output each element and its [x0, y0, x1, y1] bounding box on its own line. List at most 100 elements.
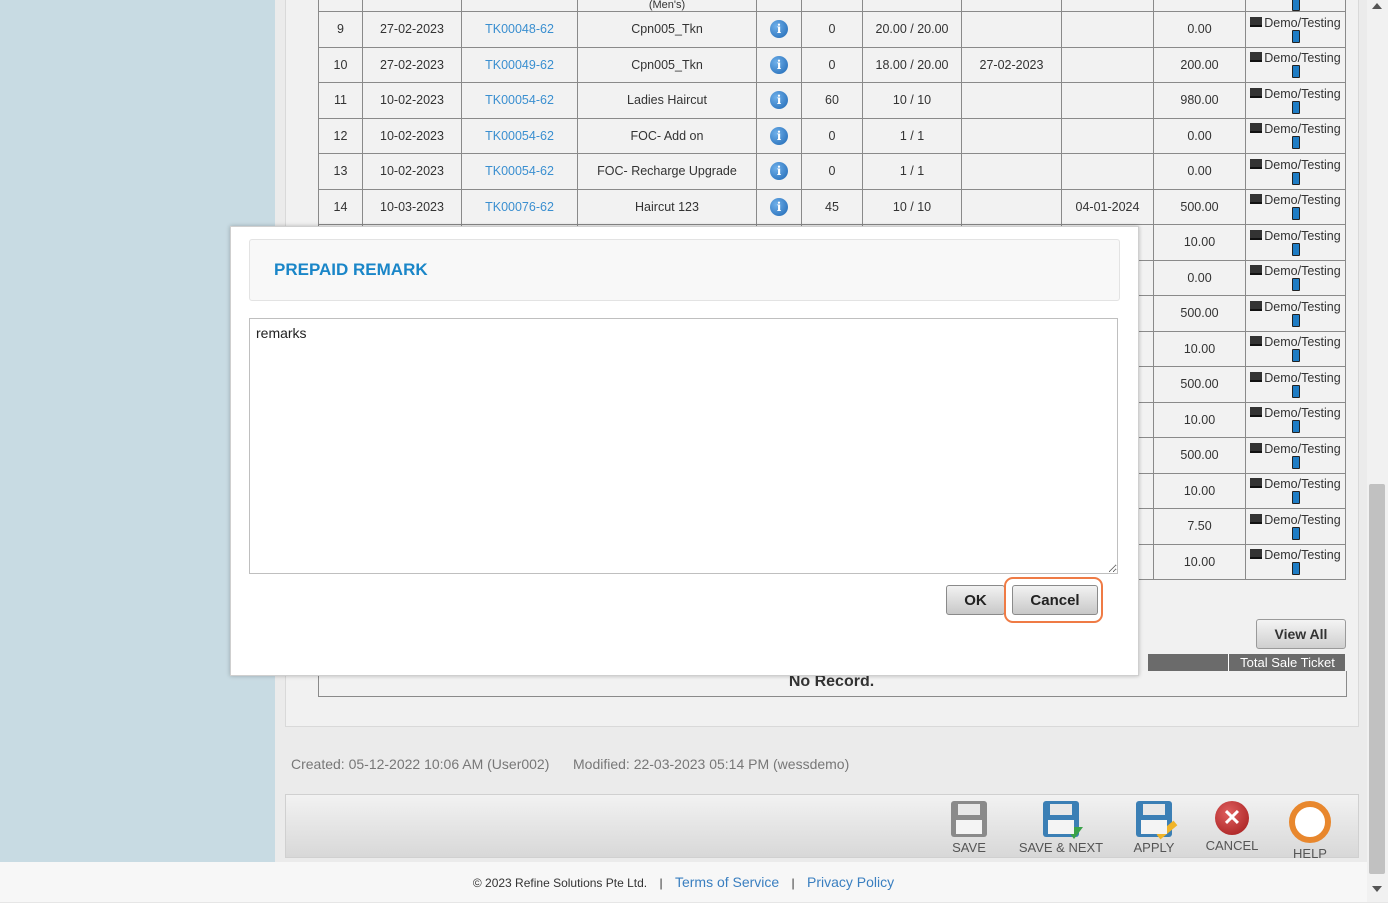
mobile-icon: [1291, 526, 1300, 540]
device-info: Demo/Testing: [1246, 371, 1345, 398]
amount-cell: 0.00: [1153, 117, 1246, 154]
mobile-icon: [1291, 278, 1300, 292]
amount-cell: 0.00: [1153, 259, 1246, 296]
expiry-cell: [1061, 46, 1154, 83]
save-next-button[interactable]: SAVE & NEXT: [1016, 801, 1106, 855]
laptop-icon: [1250, 52, 1263, 63]
expiry-cell: [1061, 117, 1154, 154]
date-cell: 27-02-2023: [362, 11, 462, 48]
info-icon[interactable]: i: [770, 55, 788, 74]
cancel-toolbar-button[interactable]: ✕ CANCEL: [1187, 801, 1277, 853]
ticket-link[interactable]: TK00048-62: [461, 11, 578, 48]
expiry-cell: [1061, 82, 1154, 119]
mobile-icon: [1291, 100, 1300, 114]
used-cell: 20.00 / 20.00: [862, 11, 962, 48]
apply-button[interactable]: APPLY: [1109, 801, 1199, 855]
laptop-icon: [1250, 87, 1263, 98]
info-icon[interactable]: i: [770, 126, 788, 145]
laptop-icon: [1250, 229, 1263, 240]
device-info: Demo/Testing: [1246, 16, 1345, 43]
laptop-icon: [1250, 371, 1263, 382]
amount-cell: 200.00: [1153, 46, 1246, 83]
device-info: Demo/Testing: [1246, 264, 1345, 292]
info-cell: i: [756, 153, 802, 190]
used-cell: 1 / 1: [862, 117, 962, 154]
expiry-cell: 04-01-2024: [1061, 188, 1154, 225]
dialog-header: PREPAID REMARK: [249, 239, 1120, 301]
info-icon[interactable]: i: [770, 197, 788, 216]
no-cell: 11: [318, 82, 363, 119]
scrollbar-thumb[interactable]: [1369, 484, 1385, 874]
date2-cell: [961, 82, 1062, 119]
info-icon[interactable]: i: [770, 20, 788, 39]
info-cell: [756, 0, 802, 12]
created-info: Created: 05-12-2022 10:06 AM (User002): [291, 756, 550, 772]
apply-label: APPLY: [1133, 840, 1175, 855]
scroll-down-icon[interactable]: [1372, 886, 1382, 892]
device-cell: Demo/Testing: [1245, 401, 1346, 438]
date-cell: [362, 0, 462, 12]
service-cell: Haircut 123: [577, 188, 757, 225]
device-label: Demo/Testing: [1264, 15, 1341, 30]
save-button[interactable]: SAVE: [924, 801, 1014, 855]
mobile-icon: [1291, 171, 1300, 185]
table-row: 12 10-02-2023 TK00054-62 FOC- Add on i 0 1 / 1…: [318, 117, 1346, 154]
device-cell: Demo/Testing: [1245, 188, 1346, 225]
device-info: Demo/Testing: [1246, 300, 1345, 327]
device-label: Demo/Testing: [1264, 512, 1341, 527]
amount-cell: 10.00: [1153, 472, 1246, 509]
laptop-icon: [1250, 549, 1263, 560]
help-label: HELP: [1293, 846, 1327, 861]
device-label: Demo/Testing: [1264, 406, 1341, 421]
info-icon[interactable]: i: [770, 162, 788, 181]
date-cell: 27-02-2023: [362, 46, 462, 83]
mobile-icon: [1291, 207, 1300, 221]
no-cell: 14: [318, 188, 363, 225]
cancel-highlight-ring: [1004, 577, 1103, 623]
remarks-textarea[interactable]: remarks: [249, 318, 1118, 574]
used-cell: 18.00 / 20.00: [862, 46, 962, 83]
laptop-icon: [1250, 16, 1263, 27]
ticket-link[interactable]: TK00076-62: [461, 188, 578, 225]
save-next-label: SAVE & NEXT: [1018, 840, 1104, 855]
help-button[interactable]: HELP: [1265, 801, 1355, 861]
laptop-icon: [1250, 478, 1263, 489]
ticket-cell: [461, 0, 578, 12]
vertical-scrollbar[interactable]: [1367, 0, 1388, 902]
device-label: Demo/Testing: [1264, 264, 1341, 279]
qty-cell: 60: [801, 82, 863, 119]
info-cell: i: [756, 82, 802, 119]
device-info: Demo/Testing: [1246, 442, 1345, 469]
view-all-button[interactable]: View All: [1256, 619, 1346, 649]
device-label: Demo/Testing: [1264, 477, 1341, 492]
used-cell: [862, 0, 962, 12]
used-cell: 1 / 1: [862, 153, 962, 190]
amount-cell: 10.00: [1153, 401, 1246, 438]
date-cell: 10-02-2023: [362, 82, 462, 119]
device-info: Demo/Testing: [1246, 229, 1345, 256]
ticket-link[interactable]: TK00054-62: [461, 117, 578, 154]
device-label: Demo/Testing: [1264, 299, 1341, 314]
table-row: (Men's): [318, 0, 1346, 12]
terms-link[interactable]: Terms of Service: [675, 874, 779, 890]
ticket-link[interactable]: TK00054-62: [461, 82, 578, 119]
used-cell: 10 / 10: [862, 82, 962, 119]
modified-info: Modified: 22-03-2023 05:14 PM (wessdemo): [573, 756, 850, 772]
info-cell: i: [756, 46, 802, 83]
save-icon: [951, 801, 987, 837]
amount-cell: 500.00: [1153, 295, 1246, 332]
device-cell: Demo/Testing: [1245, 224, 1346, 261]
table-row: 14 10-03-2023 TK00076-62 Haircut 123 i 45 10 /…: [318, 188, 1346, 225]
mobile-icon: [1291, 455, 1300, 469]
no-cell: 10: [318, 46, 363, 83]
ticket-link[interactable]: TK00054-62: [461, 153, 578, 190]
mobile-icon: [1291, 65, 1300, 79]
privacy-link[interactable]: Privacy Policy: [807, 874, 894, 890]
service-cell: FOC- Recharge Upgrade: [577, 153, 757, 190]
info-icon[interactable]: i: [770, 91, 788, 110]
ticket-link[interactable]: TK00049-62: [461, 46, 578, 83]
no-cell: 12: [318, 117, 363, 154]
scroll-up-icon[interactable]: [1372, 3, 1382, 9]
device-label: Demo/Testing: [1264, 193, 1341, 208]
ok-button[interactable]: OK: [946, 585, 1005, 615]
